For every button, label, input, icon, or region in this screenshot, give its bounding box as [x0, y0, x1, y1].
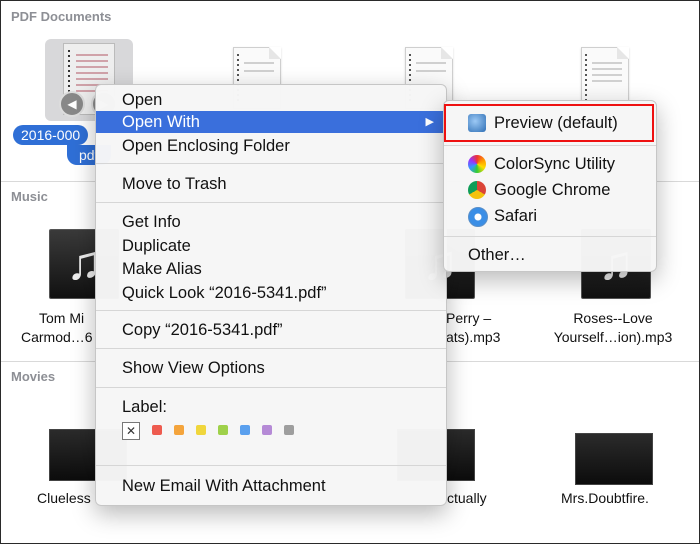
submenu-item-label: Other… — [468, 246, 526, 264]
menu-item-label: Copy “2016-5341.pdf” — [122, 321, 283, 339]
highlight-annotation-box — [444, 104, 654, 142]
section-title-movies: Movies — [11, 369, 56, 384]
menu-separator — [444, 236, 656, 237]
submenu-item-label: ColorSync Utility — [494, 155, 616, 173]
label-purple-swatch[interactable] — [262, 425, 272, 435]
submenu-item-colorsync[interactable]: ColorSync Utility — [444, 152, 656, 176]
music-file-name[interactable]: Tom Mi Carmod…6 — [21, 309, 93, 347]
label-blue-swatch[interactable] — [240, 425, 250, 435]
menu-item-make-alias[interactable]: Make Alias — [96, 258, 446, 280]
menu-item-label: Quick Look “2016-5341.pdf” — [122, 284, 327, 302]
movie-file-name[interactable]: Mrs.Doubtfire. — [561, 489, 649, 508]
menu-item-label: Duplicate — [122, 237, 191, 255]
menu-item-new-email[interactable]: New Email With Attachment — [96, 475, 446, 497]
submenu-item-other[interactable]: Other… — [444, 243, 656, 267]
colorsync-app-icon — [468, 155, 486, 173]
selected-file-name[interactable]: 2016-000 — [13, 125, 89, 145]
menu-item-label: Open With — [122, 113, 200, 131]
menu-separator — [96, 163, 446, 164]
movie-file-name[interactable]: Clueless — [37, 489, 91, 508]
menu-item-label: Open Enclosing Folder — [122, 137, 290, 155]
menu-item-label: Make Alias — [122, 260, 202, 278]
menu-item-open-with[interactable]: Open With ▶ — [96, 111, 446, 133]
submenu-item-safari[interactable]: Safari — [444, 204, 656, 228]
movie-file-name[interactable]: ctually — [447, 489, 487, 508]
file-name-line: Tom Mi — [39, 310, 85, 326]
label-orange-swatch[interactable] — [174, 425, 184, 435]
menu-item-label: Label: — [122, 398, 167, 416]
menu-item-label: New Email With Attachment — [122, 477, 326, 495]
label-none-icon[interactable]: ✕ — [122, 422, 140, 440]
movie-thumbnail[interactable] — [575, 433, 653, 485]
context-menu: Open Open With ▶ Open Enclosing Folder M… — [95, 84, 447, 506]
submenu-item-label: Google Chrome — [494, 181, 611, 199]
menu-item-copy[interactable]: Copy “2016-5341.pdf” — [96, 319, 446, 341]
menu-label-heading: Label: — [96, 396, 446, 418]
file-name-line: ats).mp3 — [446, 329, 501, 345]
label-yellow-swatch[interactable] — [196, 425, 206, 435]
menu-item-get-info[interactable]: Get Info — [96, 211, 446, 233]
file-name-line: Perry – — [446, 310, 492, 326]
section-title-pdf: PDF Documents — [11, 9, 112, 24]
menu-item-label: Get Info — [122, 213, 181, 231]
safari-app-icon — [468, 207, 488, 227]
menu-separator — [96, 202, 446, 203]
menu-separator — [444, 145, 656, 146]
music-file-name[interactable]: Roses--Love Yourself…ion).mp3 — [539, 309, 687, 347]
submenu-item-chrome[interactable]: Google Chrome — [444, 178, 656, 202]
chrome-app-icon — [468, 181, 486, 199]
label-red-swatch[interactable] — [152, 425, 162, 435]
menu-item-move-to-trash[interactable]: Move to Trash — [96, 173, 446, 195]
menu-item-duplicate[interactable]: Duplicate — [96, 235, 446, 257]
menu-item-open[interactable]: Open — [96, 89, 446, 111]
label-green-swatch[interactable] — [218, 425, 228, 435]
submenu-arrow-icon: ▶ — [425, 116, 434, 128]
menu-separator — [96, 465, 446, 466]
menu-separator — [96, 387, 446, 388]
menu-item-label: Open — [122, 91, 163, 109]
menu-item-open-enclosing-folder[interactable]: Open Enclosing Folder — [96, 135, 446, 157]
label-gray-swatch[interactable] — [284, 425, 294, 435]
file-name-line: Roses--Love — [573, 310, 653, 326]
submenu-item-label: Safari — [494, 207, 538, 225]
menu-separator — [96, 348, 446, 349]
menu-item-label: Show View Options — [122, 359, 265, 377]
file-name-line: Carmod…6 — [21, 329, 93, 345]
menu-item-show-view-options[interactable]: Show View Options — [96, 357, 446, 379]
rewind-icon[interactable]: ◀ — [59, 91, 85, 117]
menu-item-label: Move to Trash — [122, 175, 227, 193]
menu-item-quick-look[interactable]: Quick Look “2016-5341.pdf” — [96, 282, 446, 304]
menu-separator — [96, 310, 446, 311]
file-name-line: Yourself…ion).mp3 — [553, 329, 673, 345]
music-file-name[interactable]: Perry – ats).mp3 — [446, 309, 500, 347]
section-title-music: Music — [11, 189, 48, 204]
